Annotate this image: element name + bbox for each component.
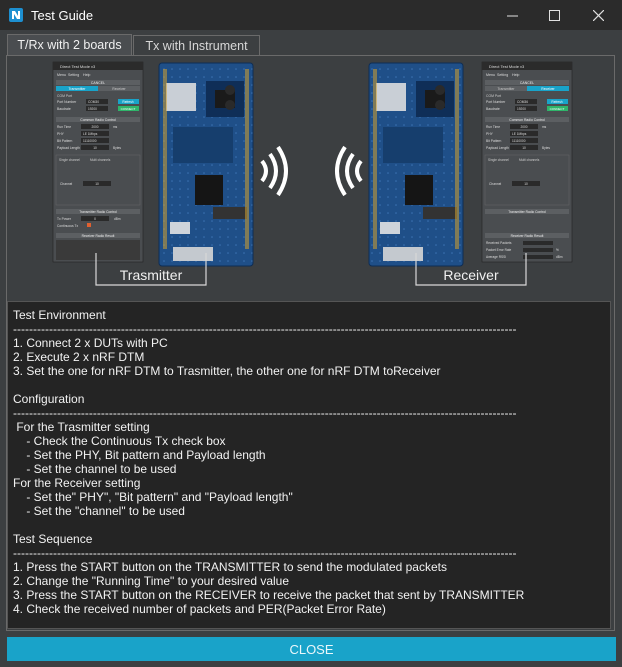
mini-baud-value: 19200 [88,107,97,111]
mini-phy-label: PHY [57,132,65,136]
mini-tab-rx: Receiver [541,87,555,91]
mini-menu-item: Menu [57,73,66,77]
mini-runtime-value: 2000 [520,125,527,129]
mini-channel-label: Channel [60,182,73,186]
mini-phy-value: LE 1Mbps [512,132,527,136]
mini-conttx-label: Continuous Tx [57,224,79,228]
mini-refresh: Refresh [122,100,133,104]
wireless-rx-icon [335,145,363,197]
mini-title: Direct Test Mode v3 [489,64,525,69]
mini-payload-label: Payload Length [57,146,80,150]
mini-tx-title: Transmitter Radio Control [79,210,117,214]
mini-menu-item: Help [512,73,519,77]
maximize-button[interactable] [532,0,576,30]
tab-trx-2-boards[interactable]: T/Rx with 2 boards [7,34,132,55]
minimize-button[interactable] [490,0,534,30]
mini-port-label: Port Number [486,100,506,104]
tab-tx-instrument[interactable]: Tx with Instrument [133,35,260,55]
receiver-app-window: Direct Test Mode v3 Menu Setting Help CA… [481,61,573,263]
mini-received-label: Received Packets [486,241,512,245]
window-title: Test Guide [31,8,94,23]
setup-diagram: Direct Test Mode v3 Menu Setting Help CA… [8,57,613,301]
close-window-button[interactable] [576,0,620,30]
mini-single-channel: Single channel [488,158,509,162]
receiver-dev-board [368,62,464,267]
mini-txpower-value: 0 [94,217,96,221]
mini-rx-title: Receiver Radio Result [82,234,115,238]
transmitter-app-window: Direct Test Mode v3 Menu Setting Help CA… [52,61,144,263]
mini-connect: CONNECT [550,107,565,111]
mini-bit-value: 11110000 [512,139,526,143]
minimize-icon [506,15,518,16]
mini-refresh: Refresh [551,100,562,104]
mini-baud-label: Baudrate [57,107,71,111]
mini-multi-channel: Multi channels [519,158,540,162]
mini-payload-label: Payload Length [486,146,509,150]
mini-rssi-unit: dBm [556,255,563,259]
maximize-icon [548,9,560,21]
close-button[interactable]: CLOSE [7,637,616,661]
mini-cancel: CANCEL [520,81,534,85]
mini-com-port-title: COM Port [486,94,501,98]
mini-bit-label: Bit Pattern [57,139,73,143]
mini-channel-label: Channel [489,182,502,186]
transmitter-label: Trasmitter [120,267,183,283]
mini-txpower-unit: dBm [114,217,121,221]
mini-txpower-label: Tx Power [57,217,72,221]
mini-payload-unit: Bytes [113,146,121,150]
mini-runtime-label: Run Time [57,125,71,129]
mini-tx-title: Transmitter Radio Control [508,210,546,214]
mini-bit-value: 11110000 [83,139,97,143]
mini-rssi-label: Average RSSI [486,255,506,259]
mini-runtime-unit: ms [113,125,118,129]
mini-payload-unit: Bytes [542,146,550,150]
mini-menu-item: Help [83,73,90,77]
mini-multi-channel: Multi channels [90,158,111,162]
mini-menu-item: Setting [68,73,79,77]
app-logo-icon [9,8,23,22]
mini-connect: CONNECT [121,107,136,111]
mini-port-label: Port Number [57,100,77,104]
mini-common-title: Common Radio Control [80,118,116,122]
mini-rx-title: Receiver Radio Result [511,234,544,238]
transmitter-dev-board [158,62,254,267]
mini-title: Direct Test Mode v3 [60,64,96,69]
mini-bit-label: Bit Pattern [486,139,502,143]
mini-runtime-value: 2000 [91,125,98,129]
receiver-label: Receiver [443,267,499,283]
mini-menu-item: Setting [497,73,508,77]
mini-cancel: CANCEL [91,81,105,85]
guide-text-area[interactable]: Test Environment -----------------------… [7,301,611,629]
mini-com-port-title: COM Port [57,94,72,98]
title-bar: Test Guide [0,0,622,30]
mini-runtime-unit: ms [542,125,547,129]
mini-payload-value: 10 [522,146,526,150]
mini-single-channel: Single channel [59,158,80,162]
mini-per-unit: % [556,248,559,252]
mini-phy-label: PHY [486,132,494,136]
mini-port-value: COM36 [517,100,528,104]
mini-channel-value: 10 [524,182,528,186]
wireless-tx-icon [260,145,288,197]
mini-baud-label: Baudrate [486,107,500,111]
mini-tab-tx: Transmitter [68,87,86,91]
mini-tab-rx: Receiver [112,87,126,91]
mini-port-value: COM30 [88,100,99,104]
close-icon [592,9,604,21]
mini-per-label: Packet Error Rate [486,248,512,252]
mini-common-title: Common Radio Control [509,118,545,122]
mini-menu-item: Menu [486,73,495,77]
mini-phy-value: LE 1Mbps [83,132,98,136]
mini-channel-value: 10 [95,182,99,186]
mini-baud-value: 19200 [517,107,526,111]
mini-runtime-label: Run Time [486,125,500,129]
mini-tab-tx: Transmitter [497,87,515,91]
mini-payload-value: 10 [93,146,97,150]
